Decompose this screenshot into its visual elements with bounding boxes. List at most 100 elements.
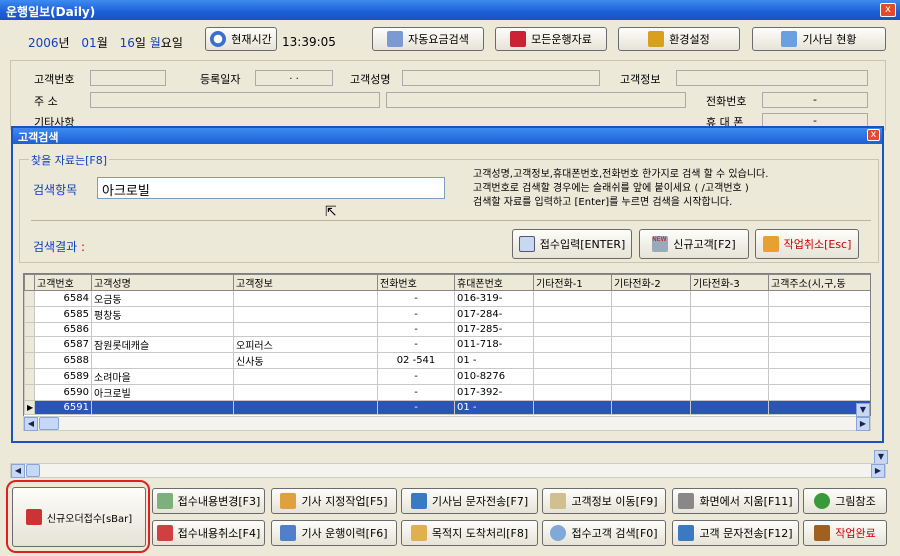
table-cell[interactable] — [533, 336, 612, 353]
close-icon[interactable]: x — [880, 3, 896, 17]
table-cell[interactable] — [233, 290, 378, 307]
arrival-process-button[interactable]: 목적지 도착처리[F8] — [401, 520, 538, 546]
receive-input-button[interactable]: 접수입력[ENTER] — [512, 229, 632, 259]
table-cell[interactable]: - — [377, 306, 455, 323]
table-cell[interactable]: 011-718- — [454, 336, 534, 353]
scroll-down-icon[interactable]: ▼ — [856, 403, 870, 417]
table-cell[interactable]: 010-8276 — [454, 368, 534, 385]
customer-name-field[interactable] — [402, 70, 600, 86]
row-indicator[interactable] — [24, 352, 35, 369]
clear-screen-button[interactable]: 화면에서 지움[F11] — [672, 488, 799, 514]
table-cell[interactable]: 6590 — [34, 384, 92, 401]
col-header[interactable]: 기타전화-1 — [533, 274, 612, 291]
table-cell[interactable] — [690, 352, 769, 369]
table-cell[interactable] — [768, 290, 870, 307]
table-cell[interactable] — [233, 368, 378, 385]
table-cell[interactable] — [91, 322, 234, 337]
table-cell[interactable]: 소려마을 — [91, 368, 234, 385]
table-cell[interactable]: 평창동 — [91, 306, 234, 323]
table-cell[interactable] — [690, 290, 769, 307]
table-cell[interactable] — [690, 336, 769, 353]
table-cell[interactable] — [690, 306, 769, 323]
table-cell[interactable] — [611, 384, 691, 401]
table-cell[interactable] — [533, 322, 612, 337]
new-customer-button[interactable]: NEW 신규고객[F2] — [639, 229, 749, 259]
scroll-right-icon[interactable]: ▶ — [856, 417, 870, 431]
table-cell[interactable] — [533, 306, 612, 323]
table-cell[interactable] — [611, 306, 691, 323]
table-cell[interactable]: - — [377, 290, 455, 307]
table-cell[interactable] — [611, 290, 691, 307]
table-cell[interactable] — [690, 368, 769, 385]
driver-history-button[interactable]: 기사 운행이력[F6] — [271, 520, 397, 546]
table-row[interactable]: 6589 소려마을 -010-8276 — [24, 368, 870, 385]
grid-scroll-thumb[interactable] — [39, 417, 59, 430]
col-header[interactable]: 전화번호 — [377, 274, 455, 291]
main-scroll-right-icon[interactable]: ▶ — [871, 464, 885, 478]
table-cell[interactable] — [768, 352, 870, 369]
col-header[interactable]: 고객정보 — [233, 274, 378, 291]
work-complete-button[interactable]: 작업완료 — [803, 520, 887, 546]
table-cell[interactable] — [611, 322, 691, 337]
scroll-left-icon[interactable]: ◀ — [24, 417, 38, 431]
all-records-button[interactable]: 모든운행자료 — [495, 27, 607, 51]
customer-sms-button[interactable]: 고객 문자전송[F12] — [672, 520, 799, 546]
table-cell[interactable]: 6591 — [34, 400, 92, 415]
main-scroll-left-icon[interactable]: ◀ — [11, 464, 25, 478]
table-cell[interactable]: 오피러스 — [233, 336, 378, 353]
table-row[interactable]: 6586 -017-285- — [24, 322, 870, 337]
new-order-button[interactable]: 신규오더접수[sBar] — [12, 487, 146, 547]
current-time-button[interactable]: 현재시간 — [205, 27, 277, 51]
row-indicator[interactable] — [24, 306, 35, 323]
col-header[interactable]: 고객주소(시,구,동 — [768, 274, 870, 291]
table-cell[interactable]: 6588 — [34, 352, 92, 369]
table-cell[interactable]: - — [377, 384, 455, 401]
table-row[interactable]: ▶ 6591 -01 - — [24, 400, 870, 415]
address-field-1[interactable] — [90, 92, 380, 108]
table-cell[interactable]: 02 -541 — [377, 352, 455, 369]
table-row[interactable]: 6587 잠원롯데캐슬 오피러스 -011-718- — [24, 336, 870, 353]
table-cell[interactable] — [611, 352, 691, 369]
reg-date-field[interactable]: . . — [255, 70, 333, 86]
table-cell[interactable]: 01 - — [454, 400, 534, 415]
row-pointer-icon[interactable]: ▶ — [24, 400, 35, 415]
main-scroll-down-icon[interactable]: ▼ — [874, 450, 888, 464]
main-scroll-thumb[interactable] — [26, 464, 40, 477]
table-row[interactable]: 6584 오금동 -016-319- — [24, 290, 870, 307]
table-cell[interactable] — [533, 290, 612, 307]
phone-field[interactable]: - — [762, 92, 868, 108]
table-cell[interactable]: - — [377, 400, 455, 415]
table-cell[interactable]: - — [377, 336, 455, 353]
address-field-2[interactable] — [386, 92, 686, 108]
row-indicator[interactable] — [24, 290, 35, 307]
cancel-work-button[interactable]: 작업취소[Esc] — [755, 229, 859, 259]
table-cell[interactable]: 신사동 — [233, 352, 378, 369]
table-cell[interactable]: 오금동 — [91, 290, 234, 307]
customer-info-field[interactable] — [676, 70, 868, 86]
main-h-scrollbar[interactable] — [10, 463, 886, 478]
table-cell[interactable] — [533, 352, 612, 369]
row-indicator[interactable] — [24, 384, 35, 401]
customer-id-field[interactable] — [90, 70, 166, 86]
table-cell[interactable] — [233, 306, 378, 323]
table-cell[interactable]: 017-392- — [454, 384, 534, 401]
table-cell[interactable]: 01 - — [454, 352, 534, 369]
table-cell[interactable] — [768, 336, 870, 353]
table-row[interactable]: 6588 신사동 02 -541 01 - — [24, 352, 870, 369]
table-cell[interactable]: 017-284- — [454, 306, 534, 323]
table-cell[interactable] — [690, 322, 769, 337]
table-cell[interactable]: 6585 — [34, 306, 92, 323]
table-cell[interactable] — [611, 400, 691, 415]
row-indicator[interactable] — [24, 368, 35, 385]
table-cell[interactable]: 6587 — [34, 336, 92, 353]
table-cell[interactable] — [533, 384, 612, 401]
row-indicator[interactable] — [24, 322, 35, 337]
drivers-status-button[interactable]: 기사님 현황 — [752, 27, 886, 51]
table-cell[interactable]: 잠원롯데캐슬 — [91, 336, 234, 353]
search-received-button[interactable]: 접수고객 검색[F0] — [542, 520, 666, 546]
settings-button[interactable]: 환경설정 — [618, 27, 740, 51]
table-cell[interactable] — [233, 322, 378, 337]
search-input[interactable]: 아크로빌 — [97, 177, 445, 199]
move-customer-info-button[interactable]: 고객정보 이동[F9] — [542, 488, 666, 514]
table-cell[interactable] — [91, 352, 234, 369]
